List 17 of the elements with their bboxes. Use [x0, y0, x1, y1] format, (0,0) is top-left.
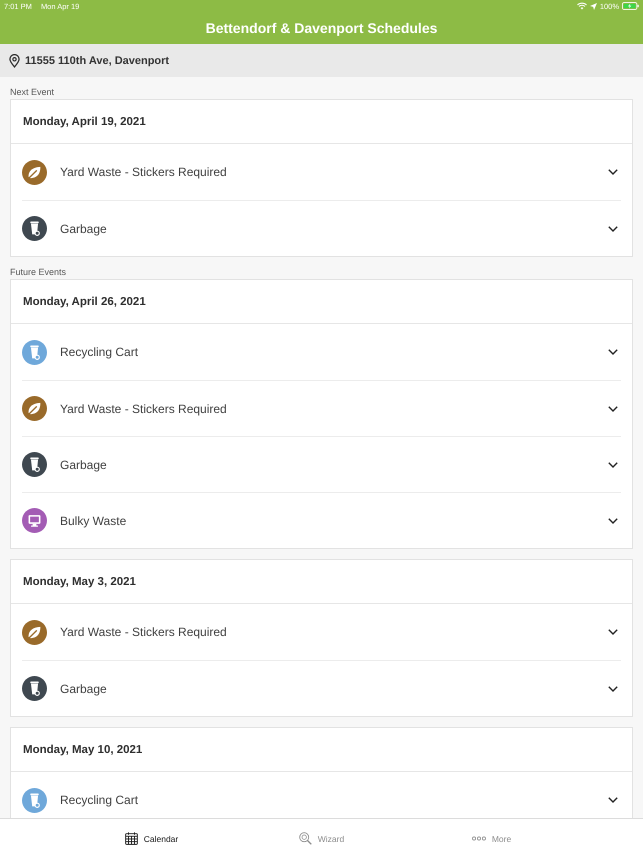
tab-button[interactable]: Calendar [124, 832, 178, 845]
location-arrow-icon [590, 2, 597, 10]
app-title: Bettendorf & Davenport Schedules [206, 20, 438, 36]
date-heading: Monday, May 10, 2021 [23, 744, 142, 756]
section-label: Next Event [10, 86, 54, 99]
date-heading: Monday, April 26, 2021 [23, 296, 146, 308]
wifi-icon [576, 2, 587, 10]
date-heading: Monday, April 19, 2021 [23, 116, 146, 128]
tab-button[interactable]: More [472, 834, 512, 844]
address-button[interactable]: 11555 110th Ave, Davenport [0, 44, 643, 77]
date-heading: Monday, May 3, 2021 [23, 576, 136, 588]
section-label: Future Events [10, 266, 66, 279]
more-dots-icon [472, 836, 486, 841]
battery-icon [622, 2, 639, 10]
search-icon [298, 832, 312, 845]
location-pin-icon [9, 54, 20, 68]
calendar-icon [124, 832, 138, 845]
